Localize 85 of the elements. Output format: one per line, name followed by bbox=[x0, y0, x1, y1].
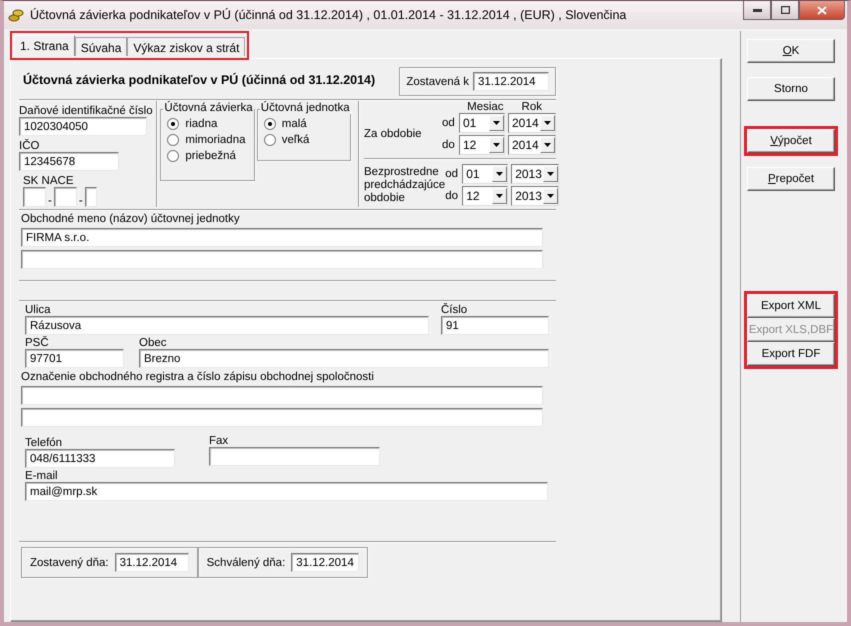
text-field[interactable]: 048/6111333 bbox=[25, 449, 175, 468]
text-field[interactable] bbox=[209, 447, 380, 466]
field-label: Obec bbox=[139, 337, 168, 349]
coins-icon bbox=[8, 7, 24, 23]
field-label: E-mail bbox=[25, 470, 59, 482]
separator-text: - bbox=[48, 195, 52, 207]
field-label: Fax bbox=[209, 435, 230, 447]
text-field[interactable]: Brezno bbox=[139, 349, 549, 368]
text-field[interactable] bbox=[21, 386, 543, 405]
field-label: od bbox=[442, 117, 456, 129]
code-field[interactable] bbox=[54, 187, 77, 207]
dropdown-arrow-icon bbox=[493, 143, 500, 147]
year-dropdown[interactable]: 2014 bbox=[508, 135, 556, 155]
maximize-button[interactable] bbox=[771, 1, 799, 20]
maximize-icon bbox=[780, 6, 790, 14]
year-dropdown[interactable]: 2014 bbox=[508, 113, 556, 133]
close-button[interactable] bbox=[799, 1, 845, 20]
dropdown-arrow-icon bbox=[493, 121, 500, 125]
text-field[interactable]: 12345678 bbox=[19, 152, 119, 171]
radio-option[interactable]: veľká bbox=[264, 134, 350, 146]
text-field[interactable] bbox=[21, 408, 543, 427]
date-field[interactable]: 31.12.2014 bbox=[114, 553, 189, 572]
group-label: Účtovná jednotka bbox=[260, 102, 351, 114]
dialog-button[interactable]: Prepočet bbox=[747, 167, 835, 191]
text-field[interactable]: 91 bbox=[441, 316, 549, 335]
minimize-icon bbox=[752, 8, 762, 12]
text-field[interactable]: FIRMA s.r.o. bbox=[21, 228, 543, 247]
field-label: Zostavená k bbox=[406, 76, 469, 88]
dialog-button[interactable]: OK bbox=[747, 39, 835, 63]
export-button[interactable]: Export XML bbox=[747, 294, 835, 318]
field-label: Obchodné meno (názov) účtovnej jednotky bbox=[21, 213, 241, 225]
field-label: Číslo bbox=[441, 304, 468, 316]
code-field[interactable] bbox=[84, 187, 97, 207]
field-label: od bbox=[445, 168, 459, 180]
field-label: Označenie obchodného registra a číslo zápisu obchodnej spoločnosti bbox=[21, 371, 375, 383]
period-label: Bezprostredne predchádzajúce obdobie bbox=[364, 166, 446, 204]
dropdown-arrow-icon bbox=[496, 194, 504, 198]
text-field[interactable]: 1020304050 bbox=[19, 117, 147, 136]
year-dropdown[interactable]: 2013 bbox=[511, 186, 560, 206]
dropdown-arrow-icon bbox=[547, 194, 554, 198]
dropdown-arrow-icon bbox=[544, 121, 551, 125]
dialog-button[interactable]: Výpočet bbox=[747, 129, 835, 153]
month-dropdown[interactable]: 12 bbox=[459, 135, 505, 155]
group-label: Účtovná závierka bbox=[163, 102, 254, 114]
text-field[interactable] bbox=[21, 250, 543, 269]
export-button[interactable]: Export FDF bbox=[747, 342, 835, 366]
field-label: SK NACE bbox=[23, 175, 74, 187]
dropdown-arrow-icon bbox=[496, 172, 504, 176]
field-label: do bbox=[442, 139, 456, 151]
field-label: PSČ bbox=[25, 337, 50, 349]
code-field[interactable] bbox=[23, 187, 46, 207]
column-header: Mesiac bbox=[467, 101, 504, 113]
radio-option[interactable]: riadna bbox=[167, 118, 254, 130]
separator-text: - bbox=[78, 195, 83, 207]
radio-option[interactable]: priebežná bbox=[167, 150, 254, 162]
window-title: Účtovná závierka podnikateľov v PÚ (účinná od 31.12.2014) , 01.01.2014 - 31.12.2014 , (EUR) , Slovenčina bbox=[30, 8, 628, 22]
text-field[interactable]: 97701 bbox=[25, 349, 124, 368]
field-label: IČO bbox=[19, 140, 40, 152]
field-label: do bbox=[445, 190, 459, 202]
dropdown-arrow-icon bbox=[544, 143, 551, 147]
minimize-button[interactable] bbox=[743, 1, 771, 20]
month-dropdown[interactable]: 01 bbox=[459, 113, 505, 133]
tab[interactable]: Súvaha bbox=[74, 37, 128, 56]
month-dropdown[interactable]: 12 bbox=[462, 186, 508, 206]
radio-option[interactable]: malá bbox=[264, 118, 350, 130]
close-icon bbox=[817, 6, 827, 14]
field-label: Schválený dňa: bbox=[206, 556, 286, 568]
column-header: Rok bbox=[522, 101, 542, 113]
field-label: Daňové identifikačné číslo bbox=[19, 105, 154, 117]
year-dropdown[interactable]: 2013 bbox=[511, 164, 560, 184]
month-dropdown[interactable]: 01 bbox=[462, 164, 508, 184]
tab[interactable]: Výkaz ziskov a strát bbox=[127, 37, 246, 56]
field-label: Telefón bbox=[25, 437, 64, 449]
text-field[interactable]: mail@mrp.sk bbox=[25, 482, 548, 501]
field-label: Ulica bbox=[25, 304, 52, 316]
date-field[interactable]: 31.12.2014 bbox=[291, 553, 360, 572]
dialog-button[interactable]: Storno bbox=[747, 77, 835, 101]
text-field[interactable]: Rázusova bbox=[25, 316, 429, 335]
field-label: Zostavený dňa: bbox=[30, 556, 109, 568]
radio-option[interactable]: mimoriadna bbox=[167, 134, 254, 146]
period-label: Za obdobie bbox=[364, 128, 423, 140]
dropdown-arrow-icon bbox=[547, 172, 554, 176]
date-field[interactable]: 31.12.2014 bbox=[473, 72, 549, 91]
tab[interactable]: 1. Strana bbox=[14, 35, 75, 56]
form-heading: Účtovná závierka podnikateľov v PÚ (účinná od 31.12.2014) bbox=[23, 73, 376, 87]
